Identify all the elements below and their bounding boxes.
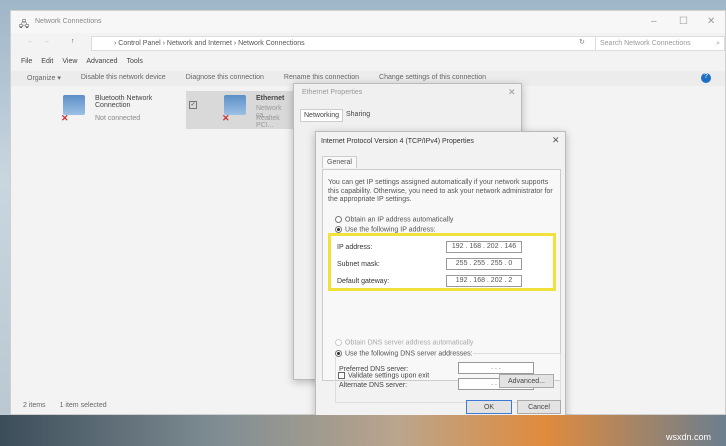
subnet-mask-input[interactable]: 255 . 255 . 255 . 0 (446, 258, 522, 270)
menu-file[interactable]: File (21, 58, 32, 65)
connection-name: Ethernet (256, 95, 285, 102)
address-bar[interactable]: › Control Panel › Network and Internet ›… (91, 36, 631, 51)
network-adapter-icon (63, 95, 85, 115)
desktop-background (0, 415, 726, 446)
cancel-button[interactable]: Cancel (517, 400, 561, 414)
dialog-title: Internet Protocol Version 4 (TCP/IPv4) P… (321, 138, 474, 145)
default-gateway-input[interactable]: 192 . 168 . 202 . 2 (446, 275, 522, 287)
forward-icon[interactable]: → (43, 38, 50, 45)
default-gateway-label: Default gateway: (337, 278, 390, 285)
connection-device: Realtek PCI... (256, 115, 280, 129)
search-placeholder: Search Network Connections (600, 40, 691, 47)
item-count: 2 items (23, 402, 46, 409)
search-input[interactable]: Search Network Connections ⌕ (595, 36, 725, 51)
maximize-button[interactable]: ☐ (679, 16, 688, 27)
tab-general[interactable]: General (322, 156, 357, 168)
diagnose-button[interactable]: Diagnose this connection (186, 74, 264, 83)
subnet-mask-label: Subnet mask: (337, 261, 380, 268)
list-item[interactable]: ✕ Bluetooth Network Connection Not conne… (61, 93, 171, 127)
menu-edit[interactable]: Edit (41, 58, 53, 65)
obtain-ip-radio[interactable]: Obtain an IP address automatically (335, 216, 453, 223)
connection-name: Bluetooth Network Connection (95, 95, 153, 109)
organize-button[interactable]: Organize ▾ (27, 74, 61, 83)
back-icon[interactable]: ← (27, 38, 34, 45)
change-settings-button[interactable]: Change settings of this connection (379, 74, 486, 83)
menu-tools[interactable]: Tools (127, 58, 143, 65)
obtain-dns-radio[interactable]: Obtain DNS server address automatically (335, 339, 473, 346)
watermark: wsxdn.com (666, 432, 712, 442)
close-button[interactable]: ✕ (552, 135, 560, 146)
checkbox[interactable]: ✓ (189, 101, 197, 109)
ok-button[interactable]: OK (466, 400, 512, 414)
disable-device-button[interactable]: Disable this network device (81, 74, 166, 83)
description-text: You can get IP settings assigned automat… (328, 179, 553, 203)
ip-settings-highlight: IP address: 192 . 168 . 202 . 146 Subnet… (328, 233, 556, 291)
ip-address-input[interactable]: 192 . 168 . 202 . 146 (446, 241, 522, 253)
search-icon: ⌕ (716, 40, 720, 47)
preferred-dns-input[interactable]: . . . (458, 362, 534, 374)
window-title: Network Connections (35, 18, 102, 25)
close-button[interactable]: ✕ (707, 16, 715, 27)
tab-sharing[interactable]: Sharing (346, 111, 370, 118)
network-icon: 🖧 (19, 19, 30, 29)
close-button[interactable]: ✕ (508, 87, 516, 98)
refresh-icon[interactable]: ↻ (579, 38, 585, 46)
minimize-button[interactable]: – (651, 16, 657, 27)
use-dns-radio[interactable]: Use the following DNS server addresses: (335, 350, 473, 358)
selected-count: 1 item selected (59, 402, 107, 409)
menu-view[interactable]: View (62, 58, 77, 65)
alternate-dns-label: Alternate DNS server: (339, 382, 408, 389)
advanced-button[interactable]: Advanced... (499, 374, 554, 388)
title-bar: 🖧 Network Connections – ☐ ✕ (11, 11, 725, 33)
menu-bar: File Edit View Advanced Tools (21, 58, 143, 65)
help-icon[interactable]: ? (701, 73, 711, 83)
up-icon[interactable]: ↑ (71, 38, 75, 45)
dialog-title: Ethernet Properties (302, 89, 363, 96)
breadcrumb: › Control Panel › Network and Internet ›… (114, 40, 305, 47)
disconnected-icon: ✕ (61, 113, 69, 123)
ip-address-label: IP address: (337, 244, 373, 251)
menu-advanced[interactable]: Advanced (86, 58, 117, 65)
validate-checkbox[interactable]: Validate settings upon exit (338, 372, 429, 379)
network-adapter-icon (224, 95, 246, 115)
rename-button[interactable]: Rename this connection (284, 74, 359, 83)
list-item-selected[interactable]: ✓ ✕ Ethernet Network ca... Realtek PCI..… (186, 91, 296, 129)
connection-status: Not connected (95, 115, 141, 122)
disconnected-icon: ✕ (222, 113, 230, 123)
tab-networking[interactable]: Networking (300, 109, 344, 122)
